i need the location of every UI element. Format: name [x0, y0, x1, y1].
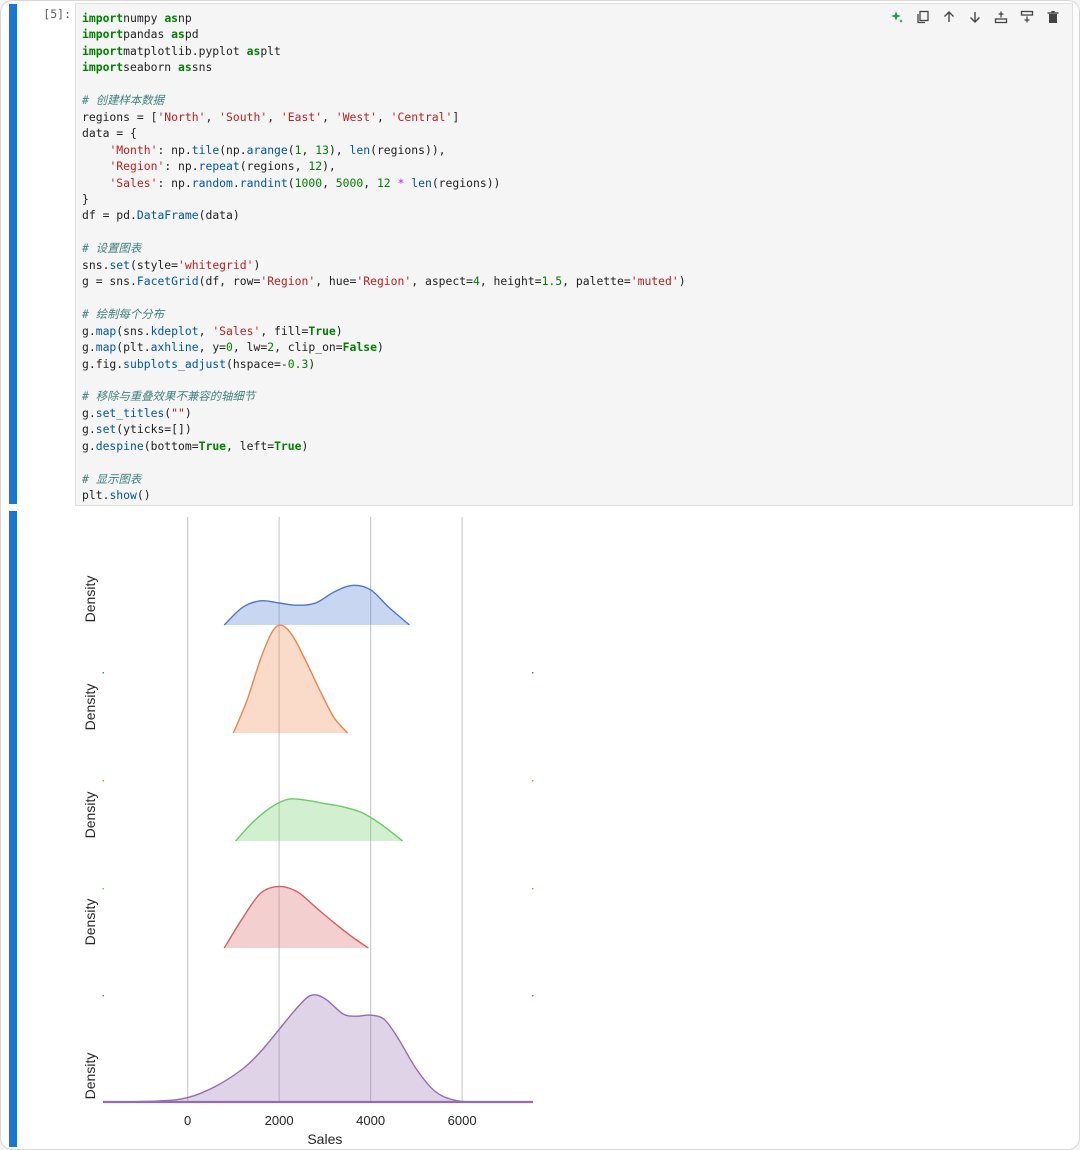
code-line[interactable]: importmatplotlib.pyplot asplt — [82, 44, 281, 58]
sparkle-icon[interactable] — [888, 8, 906, 26]
arrow-down-icon[interactable] — [966, 8, 984, 26]
density-fill — [103, 994, 533, 1102]
copy-icon[interactable] — [914, 8, 932, 26]
code-line[interactable]: } — [82, 192, 89, 206]
code-cell-selection-bar[interactable] — [9, 4, 17, 504]
notebook-frame: [5]: importnumpy asnp importpandas aspd … — [0, 0, 1080, 1150]
code-line[interactable]: g = sns.FacetGrid(df, row='Region', hue=… — [82, 274, 686, 288]
x-tick-label: 2000 — [265, 1113, 294, 1128]
y-axis-label: Density — [82, 576, 98, 623]
code-line[interactable]: importnumpy asnp — [82, 11, 192, 25]
code-line[interactable]: df = pd.DataFrame(data) — [82, 208, 240, 222]
y-axis-label: Density — [82, 899, 98, 946]
code-editor[interactable]: importnumpy asnp importpandas aspd impor… — [75, 3, 1073, 506]
baseline-left-tip — [102, 672, 104, 674]
density-fill — [235, 798, 403, 841]
y-axis-label: Density — [82, 1053, 98, 1100]
baseline-right-tip — [532, 672, 534, 674]
code-line[interactable]: g.set(yticks=[]) — [82, 422, 192, 436]
code-line[interactable]: 'Region': np.repeat(regions, 12), — [82, 159, 335, 173]
baseline-left-tip — [102, 995, 104, 997]
baseline-right-tip — [532, 888, 534, 890]
baseline-right-tip — [532, 995, 534, 997]
ridge-1: Density — [82, 576, 534, 674]
arrow-up-icon[interactable] — [940, 8, 958, 26]
ridge-2: Density — [82, 624, 534, 782]
execution-count: [5]: — [43, 7, 71, 21]
density-fill — [224, 585, 410, 625]
baseline-left-tip — [102, 888, 104, 890]
code-line[interactable]: plt.show() — [82, 488, 151, 502]
ridge-4: Density — [82, 885, 534, 997]
code-line[interactable]: # 移除与重叠效果不兼容的轴细节 — [82, 389, 255, 403]
x-tick-label: 4000 — [356, 1113, 385, 1128]
ridge-5: Density — [82, 994, 533, 1104]
trash-icon[interactable] — [1044, 8, 1062, 26]
code-line[interactable]: # 显示图表 — [82, 472, 141, 486]
density-fill — [233, 625, 348, 733]
code-line[interactable]: g.map(sns.kdeplot, 'Sales', fill=True) — [82, 324, 343, 338]
insert-below-icon[interactable] — [1018, 8, 1036, 26]
cell-output: Density Density Density Density Density 0 200… — [75, 509, 1071, 1149]
cell-toolbar — [888, 8, 1062, 26]
code-line[interactable]: g.map(plt.axhline, y=0, lw=2, clip_on=Fa… — [82, 340, 384, 354]
x-tick-label: 6000 — [448, 1113, 477, 1128]
code-line[interactable]: 'Sales': np.random.randint(1000, 5000, 1… — [82, 176, 500, 190]
code-line[interactable]: importseaborn assns — [82, 60, 212, 74]
ridge-plot: Density Density Density Density Density 0 200… — [82, 517, 534, 1147]
ridge-3: Density — [82, 792, 534, 890]
x-tick-label: 0 — [184, 1113, 191, 1128]
insert-above-icon[interactable] — [992, 8, 1010, 26]
code-line[interactable]: regions = ['North', 'South', 'East', 'We… — [82, 110, 459, 124]
code-line[interactable]: # 创建样本数据 — [82, 93, 164, 107]
ridge-series: Density Density Density Density Density — [82, 576, 534, 1104]
baseline-left-tip — [102, 780, 104, 782]
code-line[interactable]: # 绘制每个分布 — [82, 307, 164, 321]
code-line[interactable]: g.fig.subplots_adjust(hspace=-0.3) — [82, 357, 315, 371]
code-line[interactable]: g.despine(bottom=True, left=True) — [82, 439, 308, 453]
code-line[interactable]: importpandas aspd — [82, 27, 199, 41]
code-line[interactable]: data = { — [82, 126, 137, 140]
y-axis-label: Density — [82, 792, 98, 839]
y-axis-label: Density — [82, 684, 98, 731]
baseline-right-tip — [532, 780, 534, 782]
density-fill — [224, 886, 369, 948]
code-line[interactable]: # 设置图表 — [82, 241, 141, 255]
code-line[interactable]: sns.set(style='whitegrid') — [82, 258, 260, 272]
x-axis: 0 2000 4000 6000 Sales — [184, 1113, 477, 1147]
x-axis-label: Sales — [307, 1131, 342, 1147]
output-cell-bar[interactable] — [9, 511, 17, 1147]
code-line[interactable]: g.set_titles("") — [82, 406, 192, 420]
code-text[interactable]: importnumpy asnp importpandas aspd impor… — [82, 10, 686, 504]
code-line[interactable]: 'Month': np.tile(np.arange(1, 13), len(r… — [82, 143, 445, 157]
